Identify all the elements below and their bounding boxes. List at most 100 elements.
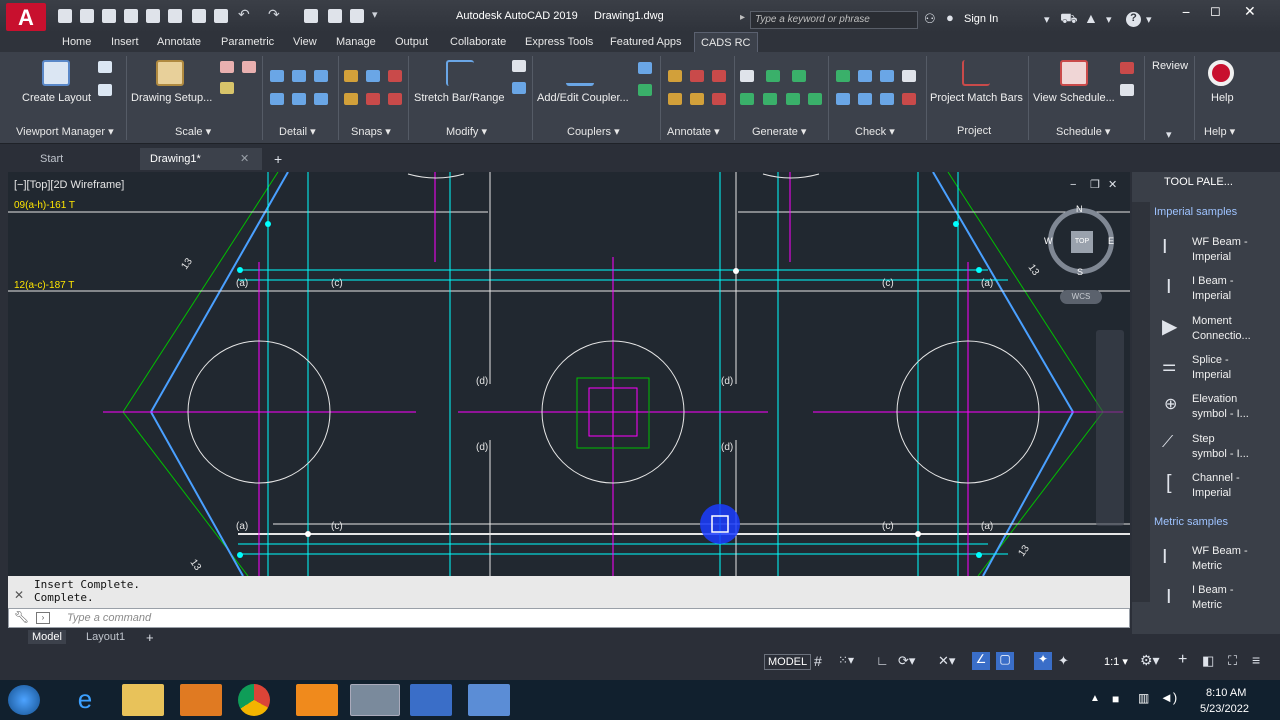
viewport-120-icon[interactable] xyxy=(98,84,112,96)
coupler-icon-1[interactable] xyxy=(638,62,652,74)
help-icon[interactable]: ? xyxy=(1126,12,1141,27)
create-layout-icon[interactable] xyxy=(42,60,70,86)
viewport-minimize-icon[interactable]: − xyxy=(1070,179,1076,191)
tab-start[interactable]: Start xyxy=(30,148,73,170)
open-web-icon[interactable] xyxy=(146,9,160,23)
exchange-icon[interactable]: ▲ xyxy=(1084,10,1098,26)
tab-manage[interactable]: Manage xyxy=(336,36,376,48)
help-dropdown-icon[interactable]: ▾ xyxy=(1146,13,1152,26)
grid-icon[interactable]: # xyxy=(814,653,822,669)
annotation-icon[interactable]: ✦ xyxy=(1034,652,1052,670)
plot-icon[interactable] xyxy=(192,9,206,23)
share-icon[interactable] xyxy=(328,9,342,23)
save-web-icon[interactable] xyxy=(168,9,182,23)
user-icon[interactable]: ● xyxy=(946,10,954,25)
minimize-icon[interactable]: − xyxy=(1182,4,1190,20)
stretch-bar-icon[interactable] xyxy=(446,60,474,86)
palette-item-i-beam-metric[interactable]: I Beam - Metric xyxy=(1192,583,1234,613)
redo-icon[interactable]: ↷ xyxy=(268,6,282,22)
polar-icon[interactable]: ⟳▾ xyxy=(898,653,915,669)
view-schedule-icon[interactable] xyxy=(1060,60,1088,86)
annotate-icon-3[interactable] xyxy=(712,70,726,82)
snap-icon-1[interactable] xyxy=(344,70,358,82)
viewport-v-icon[interactable] xyxy=(98,61,112,73)
viewport-restore-icon[interactable]: ❐ xyxy=(1090,178,1100,191)
drawing-setup-button[interactable]: Drawing Setup... xyxy=(131,92,212,104)
review-dropdown-icon[interactable]: ▾ xyxy=(1166,128,1172,141)
panel-detail[interactable]: Detail ▾ xyxy=(279,125,316,138)
viewcube-top-face[interactable]: TOP xyxy=(1071,231,1093,253)
clock-date[interactable]: 5/23/2022 xyxy=(1200,703,1249,715)
tab-parametric[interactable]: Parametric xyxy=(221,36,274,48)
drawing-setup-icon[interactable] xyxy=(156,60,184,86)
ortho-icon[interactable]: ∟ xyxy=(876,653,889,668)
internet-explorer-icon[interactable]: e xyxy=(64,684,106,716)
annotate-icon-6[interactable] xyxy=(712,93,726,105)
model-space-button[interactable]: MODEL xyxy=(764,654,812,670)
otrack-icon[interactable]: ∠ xyxy=(972,652,990,670)
settings-icon[interactable]: ⚙▾ xyxy=(1140,652,1160,669)
wrench-icon[interactable]: 🔧︎ xyxy=(14,610,29,624)
review-button[interactable]: Review xyxy=(1152,60,1188,72)
project-match-bars-icon[interactable] xyxy=(962,60,990,86)
autocad-logo-icon[interactable]: A xyxy=(6,3,46,31)
fullscreen-icon[interactable]: ⛶ xyxy=(1228,653,1237,669)
autocad-lt-taskbar-icon[interactable] xyxy=(410,684,452,716)
command-input[interactable]: Type a command xyxy=(8,608,1130,628)
tab-layout1[interactable]: Layout1 xyxy=(86,631,125,643)
sign-in-dropdown-icon[interactable]: ▾ xyxy=(1044,13,1050,26)
panel-scale[interactable]: Scale ▾ xyxy=(175,125,211,138)
generate-icon-6[interactable] xyxy=(786,93,800,105)
selection-cycling-icon[interactable]: ▢ xyxy=(996,652,1014,670)
check-icon-1[interactable] xyxy=(836,70,850,82)
panel-annotate[interactable]: Annotate ▾ xyxy=(667,125,720,138)
panel-couplers[interactable]: Couplers ▾ xyxy=(567,125,620,138)
generate-icon-1[interactable] xyxy=(740,70,754,82)
add-icon[interactable]: + xyxy=(1178,651,1187,669)
tab-view[interactable]: View xyxy=(293,36,317,48)
detail-icon-4[interactable] xyxy=(270,93,284,105)
snap-icon-4[interactable] xyxy=(344,93,358,105)
modify-icon-2[interactable] xyxy=(512,82,526,94)
viewport-label[interactable]: [−][Top][2D Wireframe] xyxy=(14,179,124,191)
add-layout-icon[interactable]: + xyxy=(146,630,154,645)
check-icon-4[interactable] xyxy=(902,70,916,82)
view-schedule-button[interactable]: View Schedule... xyxy=(1033,92,1115,104)
tab-collaborate[interactable]: Collaborate xyxy=(450,36,506,48)
isolate-icon[interactable]: ◧ xyxy=(1202,653,1214,669)
media-player-icon[interactable] xyxy=(180,684,222,716)
panel-viewport-manager[interactable]: Viewport Manager ▾ xyxy=(16,125,114,138)
scale-brush-icon[interactable] xyxy=(220,82,234,94)
sign-in-button[interactable]: Sign In xyxy=(964,13,998,25)
tab-insert[interactable]: Insert xyxy=(111,36,139,48)
binoculars-icon[interactable]: ⚇ xyxy=(924,11,936,27)
panel-help[interactable]: Help ▾ xyxy=(1204,125,1235,138)
panel-schedule[interactable]: Schedule ▾ xyxy=(1056,125,1110,138)
add-coupler-icon[interactable] xyxy=(566,60,594,86)
help-lifebuoy-icon[interactable] xyxy=(1208,60,1234,86)
help-button[interactable]: Help xyxy=(1211,92,1234,104)
tab-home[interactable]: Home xyxy=(62,36,91,48)
panel-project[interactable]: Project xyxy=(957,125,991,137)
search-input[interactable]: Type a keyword or phrase xyxy=(750,11,918,29)
generate-icon-3[interactable] xyxy=(792,70,806,82)
create-layout-button[interactable]: Create Layout xyxy=(22,92,91,104)
volume-icon[interactable]: ◄) xyxy=(1160,690,1177,705)
save-disk-icon[interactable] xyxy=(214,9,228,23)
check-icon-5[interactable] xyxy=(836,93,850,105)
scale-sa-icon[interactable] xyxy=(220,61,234,73)
detail-icon-3[interactable] xyxy=(314,70,328,82)
plot-preview-icon[interactable] xyxy=(304,9,318,23)
qat-dropdown-icon[interactable]: ▾ xyxy=(372,8,386,22)
add-edit-coupler-button[interactable]: Add/Edit Coupler... xyxy=(537,92,629,104)
open-file-icon[interactable] xyxy=(80,9,94,23)
viewport-close-icon[interactable]: ✕ xyxy=(1108,178,1117,191)
tab-express-tools[interactable]: Express Tools xyxy=(525,36,593,48)
workspace-icon[interactable] xyxy=(350,9,364,23)
modify-icon-1[interactable] xyxy=(512,60,526,72)
snap-icon-5[interactable] xyxy=(366,93,380,105)
annotate-icon-1[interactable] xyxy=(668,70,682,82)
tab-model[interactable]: Model xyxy=(28,630,66,644)
check-icon-3[interactable] xyxy=(880,70,894,82)
stretch-bar-range-button[interactable]: Stretch Bar/Range xyxy=(414,92,505,104)
